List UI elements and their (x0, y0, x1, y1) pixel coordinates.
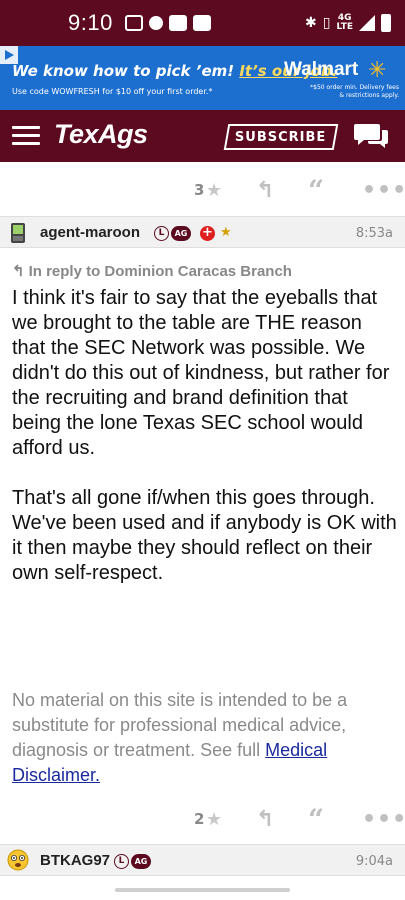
quote-icon[interactable]: “ (308, 803, 324, 836)
facebook-icon (168, 15, 187, 31)
chat-icon[interactable] (354, 121, 390, 151)
add-person-icon (148, 16, 163, 30)
prev-rating-count: 3 (194, 181, 205, 199)
ad-fine-print: *$50 order min. Delivery fees & restrict… (310, 84, 399, 99)
ad-banner[interactable]: We know how to pick ’em! It’s our job. U… (0, 46, 405, 110)
bluetooth-icon: ✱ (305, 15, 317, 31)
battery-icon (381, 14, 391, 32)
next-post-username[interactable]: BTKAG97 (40, 852, 110, 869)
ad-headline-text: We know how to pick ’em! (12, 62, 240, 80)
network-type: 4G LTE (336, 13, 353, 32)
prev-post-actions: 3 ★ ↰ “ ••• (0, 170, 405, 210)
reply-to-link[interactable]: ↰ In reply to Dominion Caracas Branch (12, 262, 292, 280)
home-indicator[interactable] (115, 888, 290, 892)
subscribe-label: SUBSCRIBE (235, 129, 327, 145)
vibrate-icon: ▯ (322, 15, 331, 31)
more-icon[interactable]: ••• (362, 178, 405, 203)
post-time: 8:53a (355, 226, 393, 241)
star-badge-icon: ★ (220, 225, 232, 240)
medical-disclaimer: No material on this site is intended to … (12, 688, 392, 788)
post-paragraph: That's all gone if/when this goes throug… (12, 487, 397, 584)
badge-ag: AG (171, 226, 191, 241)
subscribe-button[interactable]: SUBSCRIBE (223, 124, 339, 150)
status-time: 9:10 (68, 10, 113, 35)
menu-icon[interactable] (12, 126, 40, 146)
phone-avatar-icon[interactable] (10, 222, 26, 244)
post-actions: 2 ★ ↰ “ ••• (0, 799, 405, 839)
badge-l: L (114, 854, 129, 869)
badge-ag: AG (131, 854, 151, 869)
quote-icon[interactable]: “ (308, 174, 324, 207)
notification-icons (124, 15, 211, 31)
reply-arrow-icon: ↰ (12, 263, 25, 280)
post-username[interactable]: agent-maroon (40, 224, 140, 241)
status-bar: 9:10 ✱ ▯ 4G LTE (0, 0, 405, 46)
top-nav: TexAgs SUBSCRIBE (0, 110, 405, 162)
post-body: I think it's fair to say that the eyebal… (12, 286, 397, 611)
star-icon[interactable]: ★ (206, 180, 222, 201)
reply-icon[interactable]: ↰ (256, 807, 274, 832)
more-icon[interactable]: ••• (362, 807, 405, 832)
next-post-header: BTKAG97 L AG 9:04a (0, 844, 405, 876)
reply-icon[interactable]: ↰ (256, 178, 274, 203)
status-right-icons: ✱ ▯ 4G LTE (305, 14, 391, 32)
cast-icon (124, 15, 143, 31)
ad-brand: Walmart (284, 59, 359, 80)
reply-to-text: In reply to Dominion Caracas Branch (28, 263, 292, 280)
walmart-spark-icon: ✳ (368, 58, 387, 83)
post-rating-count: 2 (194, 810, 205, 828)
post-paragraph: I think it's fair to say that the eyebal… (12, 287, 390, 459)
image-icon (192, 15, 211, 31)
signal-icon (359, 15, 375, 31)
badge-l: L (154, 226, 169, 241)
plus-badge-icon: + (200, 226, 215, 241)
site-logo[interactable]: TexAgs (54, 119, 148, 150)
next-post-time: 9:04a (355, 854, 393, 869)
star-icon[interactable]: ★ (206, 809, 222, 830)
confused-emoji-avatar-icon[interactable] (7, 849, 29, 871)
post-header: agent-maroon L AG + ★ 8:53a (0, 216, 405, 248)
ad-subtext: Use code WOWFRESH for $10 off your first… (12, 87, 213, 96)
